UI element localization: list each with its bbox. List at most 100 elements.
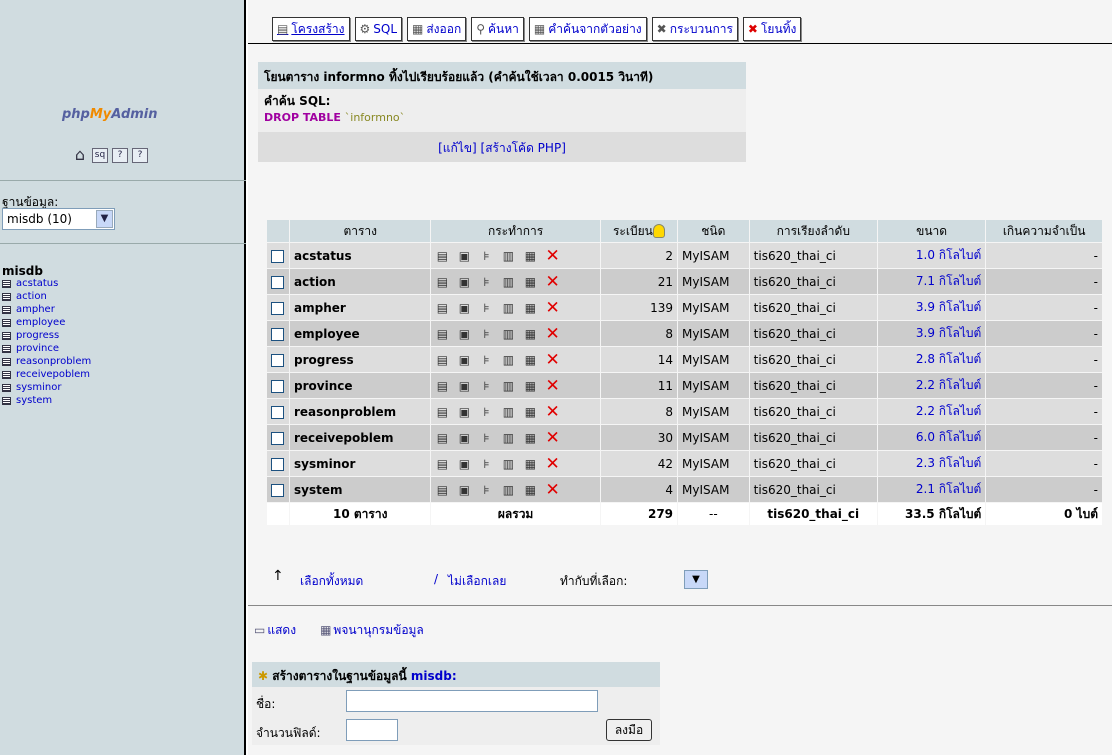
select-icon[interactable]: ▣ [457, 301, 471, 315]
sql-docs-icon[interactable]: ? [132, 148, 148, 163]
db-name[interactable]: misdb [2, 264, 43, 278]
tab-query[interactable]: ▦ คำค้นจากตัวอย่าง [528, 17, 647, 41]
table-size[interactable]: 6.0 กิโลไบต์ [877, 425, 986, 450]
drop-icon[interactable]: ✕ [545, 455, 559, 472]
table-icon[interactable] [2, 370, 11, 379]
insert-icon[interactable]: ⊧ [479, 327, 493, 341]
table-row[interactable]: receivepoblem ▤ ▣ ⊧ ▥ ▦ ✕ 30 MyISAM tis620_thai_c… [267, 425, 1102, 450]
empty-icon[interactable]: ▦ [523, 431, 537, 445]
with-selected-select[interactable]: ทำกับที่เลือก: [560, 572, 627, 591]
sidebar-table-item[interactable]: system [2, 394, 91, 407]
drop-icon[interactable]: ✕ [545, 299, 559, 316]
drop-icon[interactable]: ✕ [545, 403, 559, 420]
chevron-down-icon[interactable]: ▼ [96, 210, 113, 228]
docs-icon[interactable]: ? [112, 148, 128, 163]
home-icon[interactable]: ⌂ [72, 147, 88, 163]
properties-icon[interactable]: ▥ [501, 249, 515, 263]
db-select[interactable]: misdb (10) ▼ [2, 208, 115, 230]
select-icon[interactable]: ▣ [457, 483, 471, 497]
row-checkbox[interactable] [271, 405, 284, 419]
select-icon[interactable]: ▣ [457, 353, 471, 367]
properties-icon[interactable]: ▥ [501, 327, 515, 341]
table-row[interactable]: province ▤ ▣ ⊧ ▥ ▦ ✕ 11 MyISAM tis620_thai_ci 2.2 … [267, 373, 1102, 398]
drop-icon[interactable]: ✕ [545, 377, 559, 394]
insert-icon[interactable]: ⊧ [479, 457, 493, 471]
uncheck-all-link[interactable]: ไม่เลือกเลย [448, 572, 506, 591]
drop-icon[interactable]: ✕ [545, 247, 559, 264]
table-name[interactable]: province [290, 373, 431, 398]
table-icon[interactable] [2, 305, 11, 314]
create-php-link[interactable]: สร้างโค้ด PHP [485, 141, 561, 155]
sidebar-table-item[interactable]: ampher [2, 303, 91, 316]
properties-icon[interactable]: ▥ [501, 457, 515, 471]
table-size[interactable]: 7.1 กิโลไบต์ [877, 269, 986, 294]
browse-icon[interactable]: ▤ [435, 483, 449, 497]
empty-icon[interactable]: ▦ [523, 249, 537, 263]
table-icon[interactable] [2, 396, 11, 405]
row-checkbox[interactable] [271, 483, 284, 497]
sidebar-table-item[interactable]: sysminor [2, 381, 91, 394]
empty-icon[interactable]: ▦ [523, 327, 537, 341]
row-checkbox[interactable] [271, 431, 284, 445]
tab-sql[interactable]: ⚙ SQL [354, 17, 403, 41]
table-name[interactable]: ampher [290, 295, 431, 320]
sidebar-table-item[interactable]: progress [2, 329, 91, 342]
table-row[interactable]: reasonproblem ▤ ▣ ⊧ ▥ ▦ ✕ 8 MyISAM tis620_thai_ci… [267, 399, 1102, 424]
select-icon[interactable]: ▣ [457, 405, 471, 419]
insert-icon[interactable]: ⊧ [479, 379, 493, 393]
tab-operations[interactable]: ✖ กระบวนการ [651, 17, 738, 41]
sidebar-table-item[interactable]: receivepoblem [2, 368, 91, 381]
empty-icon[interactable]: ▦ [523, 457, 537, 471]
empty-icon[interactable]: ▦ [523, 301, 537, 315]
empty-icon[interactable]: ▦ [523, 405, 537, 419]
empty-icon[interactable]: ▦ [523, 379, 537, 393]
header-table[interactable]: ตาราง [290, 220, 431, 242]
properties-icon[interactable]: ▥ [501, 275, 515, 289]
row-checkbox[interactable] [271, 379, 284, 393]
sql-query-icon[interactable]: sq [92, 148, 108, 163]
table-row[interactable]: acstatus ▤ ▣ ⊧ ▥ ▦ ✕ 2 MyISAM tis620_thai_ci 1.0 ก… [267, 243, 1102, 268]
row-checkbox[interactable] [271, 249, 284, 263]
empty-icon[interactable]: ▦ [523, 483, 537, 497]
insert-icon[interactable]: ⊧ [479, 483, 493, 497]
table-row[interactable]: ampher ▤ ▣ ⊧ ▥ ▦ ✕ 139 MyISAM tis620_thai_ci 3.9 ก… [267, 295, 1102, 320]
table-icon[interactable] [2, 279, 11, 288]
check-all-link[interactable]: เลือกทั้งหมด [300, 572, 363, 591]
browse-icon[interactable]: ▤ [435, 275, 449, 289]
browse-icon[interactable]: ▤ [435, 457, 449, 471]
tab-drop[interactable]: ✖ โยนทิ้ง [742, 17, 802, 41]
tab-search[interactable]: ⚲ ค้นหา [471, 17, 524, 41]
insert-icon[interactable]: ⊧ [479, 431, 493, 445]
properties-icon[interactable]: ▥ [501, 431, 515, 445]
table-name-input[interactable] [346, 690, 598, 712]
browse-icon[interactable]: ▤ [435, 249, 449, 263]
empty-icon[interactable]: ▦ [523, 353, 537, 367]
select-icon[interactable]: ▣ [457, 431, 471, 445]
table-icon[interactable] [2, 331, 11, 340]
print-link[interactable]: ▭ แสดง [254, 621, 296, 640]
table-size[interactable]: 2.2 กิโลไบต์ [877, 399, 986, 424]
table-row[interactable]: action ▤ ▣ ⊧ ▥ ▦ ✕ 21 MyISAM tis620_thai_ci 7.1 กิ… [267, 269, 1102, 294]
row-checkbox[interactable] [271, 353, 284, 367]
select-icon[interactable]: ▣ [457, 457, 471, 471]
table-icon[interactable] [2, 344, 11, 353]
table-row[interactable]: progress ▤ ▣ ⊧ ▥ ▦ ✕ 14 MyISAM tis620_thai_ci 2.8 … [267, 347, 1102, 372]
browse-icon[interactable]: ▤ [435, 301, 449, 315]
tab-structure[interactable]: ▤ โครงสร้าง [272, 17, 350, 41]
drop-icon[interactable]: ✕ [545, 351, 559, 368]
select-icon[interactable]: ▣ [457, 249, 471, 263]
table-size[interactable]: 3.9 กิโลไบต์ [877, 295, 986, 320]
properties-icon[interactable]: ▥ [501, 483, 515, 497]
table-size[interactable]: 2.3 กิโลไบต์ [877, 451, 986, 476]
table-name[interactable]: reasonproblem [290, 399, 431, 424]
row-checkbox[interactable] [271, 301, 284, 315]
properties-icon[interactable]: ▥ [501, 353, 515, 367]
table-icon[interactable] [2, 318, 11, 327]
row-checkbox[interactable] [271, 275, 284, 289]
insert-icon[interactable]: ⊧ [479, 249, 493, 263]
empty-icon[interactable]: ▦ [523, 275, 537, 289]
drop-icon[interactable]: ✕ [545, 429, 559, 446]
data-dictionary-link[interactable]: ▦ พจนานุกรมข้อมูล [320, 621, 424, 640]
phpmyadmin-logo[interactable]: phpMyAdmin [62, 107, 158, 122]
row-checkbox[interactable] [271, 327, 284, 341]
